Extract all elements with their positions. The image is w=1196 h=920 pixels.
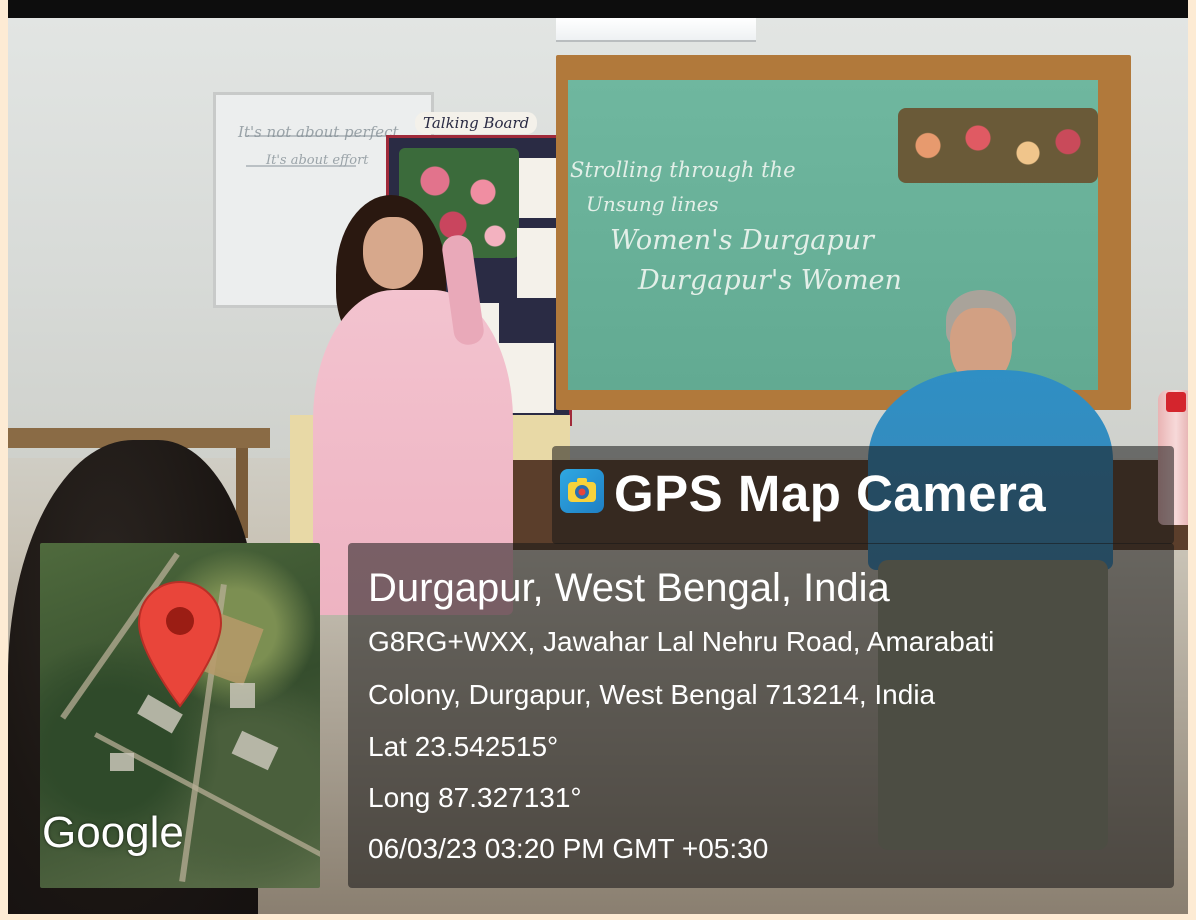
speaker-face — [363, 217, 423, 289]
longitude: Long 87.327131° — [368, 782, 582, 813]
tube-light — [556, 18, 756, 42]
map-building — [231, 730, 279, 771]
address-line-1: G8RG+WXX, Jawahar Lal Nehru Road, Amarab… — [368, 626, 995, 657]
notice-paper — [517, 228, 561, 298]
chalkboard-line-3: Women's Durgapur — [610, 225, 874, 256]
board-flowers — [898, 108, 1098, 183]
map-building — [110, 753, 134, 771]
whiteboard-line-1: It's not about perfect — [238, 123, 399, 141]
notice-board-header: Talking Board — [415, 112, 538, 134]
gps-camera-app-icon — [560, 469, 604, 513]
address-line-2: Colony, Durgapur, West Bengal 713214, In… — [368, 679, 936, 710]
map-pin-icon — [135, 578, 225, 713]
bottle-cap — [1166, 392, 1186, 412]
latitude: Lat 23.542515° — [368, 731, 559, 762]
timestamp: 06/03/23 03:20 PM GMT +05:30 — [368, 833, 769, 864]
chalkboard-line-2: Unsung lines — [586, 192, 719, 216]
top-strip — [8, 0, 1188, 18]
notice-paper — [519, 158, 559, 218]
chalkboard-line-1: Strolling through the — [570, 158, 796, 182]
map-building — [230, 683, 255, 708]
location-title: Durgapur, West Bengal, India — [368, 566, 890, 610]
whiteboard-line-2: It's about effort — [266, 153, 369, 168]
google-logo: Google — [42, 808, 184, 857]
app-title: GPS Map Camera — [614, 465, 1047, 522]
chalkboard-line-4: Durgapur's Women — [638, 265, 902, 296]
camera-pin-icon — [568, 478, 596, 502]
